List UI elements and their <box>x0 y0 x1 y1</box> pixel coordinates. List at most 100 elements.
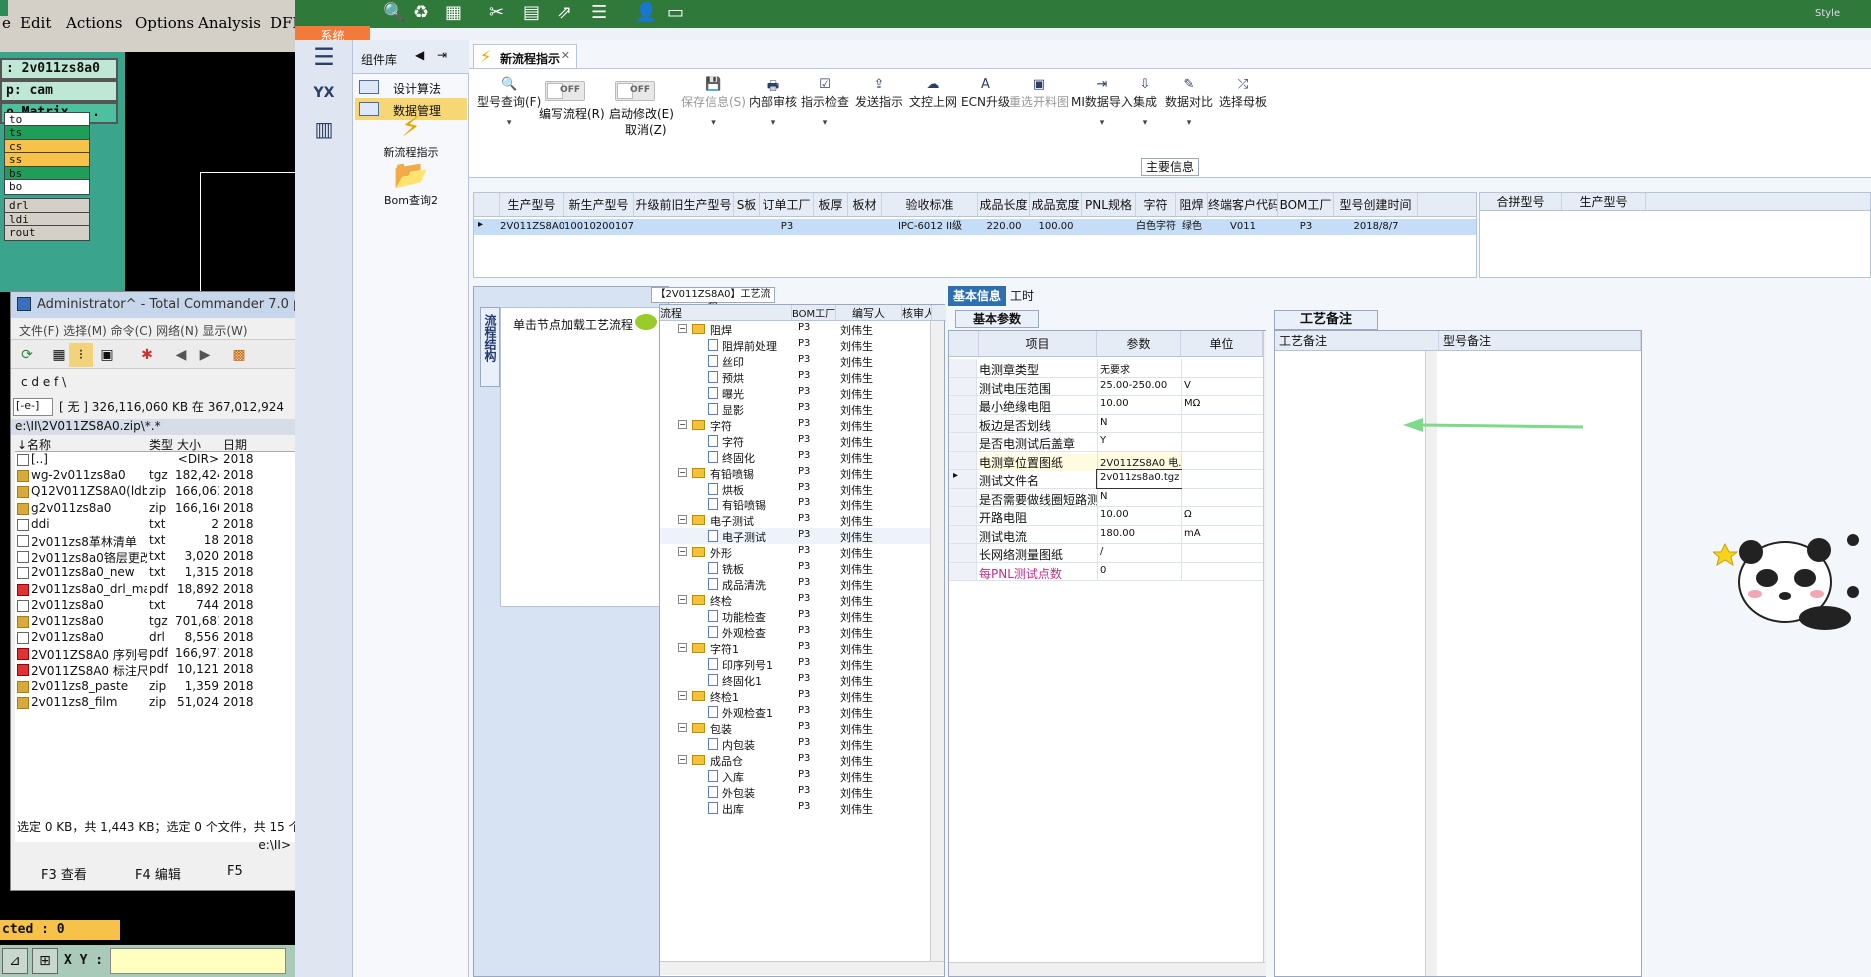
col-9[interactable]: 成品宽度 <box>1030 193 1082 216</box>
flow-step-row[interactable]: 出库 P3 刘伟生 <box>660 800 930 816</box>
col-5[interactable]: 板厚 <box>814 193 848 216</box>
menu-icon[interactable]: ☰ <box>305 40 343 74</box>
toolbar-button-5[interactable]: ☑ 指示检查 ▾ <box>801 77 849 128</box>
flow-group-row[interactable]: − 终检 P3 刘伟生 <box>660 592 930 608</box>
col-author[interactable]: 编写人 <box>836 305 902 320</box>
doc-tab-new-flow[interactable]: ⚡ 新流程指示 ✕ <box>473 44 577 68</box>
collapse-icon[interactable]: − <box>678 515 687 525</box>
file-row[interactable]: 2v011zs8a0铬层更改?.txt 3,020 2018 <box>15 549 299 565</box>
flow-step-row[interactable]: 丝印 P3 刘伟生 <box>660 353 930 369</box>
param-value[interactable]: 10.00 <box>1097 396 1181 414</box>
flow-group-row[interactable]: − 外形 P3 刘伟生 <box>660 544 930 560</box>
cam-menu-edit[interactable]: Edit <box>20 14 51 32</box>
main-grid-row[interactable]: ▸ 2V011ZS8A010010200107329 P3 IPC-6012 II级 2… <box>474 219 1476 235</box>
flow-step-row[interactable]: 终固化1 P3 刘伟生 <box>660 672 930 688</box>
col-7[interactable]: 验收标准 <box>882 193 978 216</box>
brief-view-icon[interactable]: ▦ <box>47 343 71 367</box>
flow-step-row[interactable]: 阻焊前处理 P3 刘伟生 <box>660 337 930 353</box>
file-row[interactable]: Q12V011ZS8A0(ldb)zip 166,063 2018 <box>15 484 299 500</box>
flow-horizontal-scrollbar[interactable] <box>660 961 944 975</box>
toolbar-button-8[interactable]: A ECN升级 <box>961 77 1010 110</box>
col-0[interactable]: 生产型号 <box>500 193 564 216</box>
cam-menu-file[interactable]: e <box>2 14 11 32</box>
thumbnail-icon[interactable]: ▣ <box>95 343 119 367</box>
param-row[interactable]: 测试电压范围 25.00-250.00 V <box>949 377 1263 396</box>
file-row[interactable]: 2v011zs8_paste zip 1,359 2018 <box>15 679 299 695</box>
chevron-down-icon[interactable]: ▾ <box>1133 118 1157 128</box>
flow-group-row[interactable]: − 包装 P3 刘伟生 <box>660 720 930 736</box>
flow-group-row[interactable]: − 终检1 P3 刘伟生 <box>660 688 930 704</box>
search-icon[interactable]: 🔍 <box>383 2 405 23</box>
forward-icon[interactable]: ▶ <box>193 343 217 367</box>
chevron-down-icon[interactable]: ▾ <box>681 118 746 128</box>
collapse-icon[interactable]: − <box>678 324 687 333</box>
file-row[interactable]: wg-2v011zs8a0 tgz 182,424 2018 <box>15 468 299 484</box>
flow-step-row[interactable]: 字符 P3 刘伟生 <box>660 433 930 449</box>
flow-structure-tab[interactable]: 流程结构 <box>480 307 500 387</box>
param-value[interactable]: 10.00 <box>1097 507 1181 525</box>
col-8[interactable]: 成品长度 <box>978 193 1030 216</box>
collapse-icon[interactable]: − <box>678 467 687 477</box>
toolbar-button-7[interactable]: ☁ 文控上网 <box>909 77 957 110</box>
param-row[interactable]: 最小绝缘电阻 10.00 MΩ <box>949 396 1263 415</box>
file-row[interactable]: 2V011ZS8A0 序列号?.pdf 166,971 2018 <box>15 646 299 662</box>
flow-step-row[interactable]: 外观检查1 P3 刘伟生 <box>660 704 930 720</box>
col-craft-note[interactable]: 工艺备注 <box>1275 331 1439 350</box>
component-design-algorithm[interactable]: 设计算法 <box>355 76 467 98</box>
recycle-icon[interactable]: ♻ <box>413 2 429 23</box>
file-row[interactable]: 2v011zs8a0_drl_map pdf 18,892 2018 <box>15 582 299 598</box>
col-12[interactable]: 阻焊 <box>1176 193 1208 216</box>
pack-icon[interactable]: ▩ <box>227 343 251 367</box>
flow-group-row[interactable]: − 阻焊 P3 刘伟生 <box>660 321 930 337</box>
col-flow[interactable]: 流程 <box>660 305 792 320</box>
param-value[interactable]: 180.00 <box>1097 525 1181 543</box>
back-icon[interactable]: ◀ <box>169 343 193 367</box>
param-row[interactable]: 电测章位置图纸 2V011ZS8A0 电... <box>949 451 1263 471</box>
basic-horizontal-scrollbar[interactable] <box>949 962 1265 976</box>
flow-step-row[interactable]: 内包装 P3 刘伟生 <box>660 736 930 752</box>
flow-step-row[interactable]: 铣板 P3 刘伟生 <box>660 560 930 576</box>
layer-rout[interactable]: rout <box>4 225 90 242</box>
toolbar-label[interactable]: 编写流程(R) <box>539 105 605 122</box>
param-value[interactable]: 0 <box>1097 562 1181 580</box>
toggle-2[interactable]: OFF <box>615 81 655 101</box>
toolbar-button-3[interactable]: 💾 保存信息(S) ▾ <box>681 77 746 128</box>
cam-menu-actions[interactable]: Actions <box>66 14 122 32</box>
tc-menubar[interactable]: 文件(F) 选择(M) 命令(C) 网络(N) 显示(W) <box>11 319 299 339</box>
flow-step-row[interactable]: 烘板 P3 刘伟生 <box>660 481 930 497</box>
col-model-note[interactable]: 型号备注 <box>1439 331 1641 350</box>
file-row[interactable]: 2v011zs8_film zip 51,024 2018 <box>15 695 299 711</box>
cam-menu-options[interactable]: Options <box>135 14 194 32</box>
chevron-down-icon[interactable]: ▾ <box>801 118 849 128</box>
file-row[interactable]: 2v011zs8革林清单 txt 18 2018 <box>15 533 299 549</box>
flow-group-row[interactable]: − 有铅喷锡 P3 刘伟生 <box>660 465 930 481</box>
param-row[interactable]: ▸ 测试文件名 2v011zs8a0.tgz <box>949 469 1263 489</box>
f4-edit-button[interactable]: F4 编辑 <box>135 864 181 883</box>
flow-vertical-scrollbar[interactable] <box>930 321 944 961</box>
flow-step-row[interactable]: 成品清洗 P3 刘伟生 <box>660 576 930 592</box>
collapse-icon[interactable]: − <box>678 595 687 605</box>
new-flow-instruction-item[interactable]: ⚡ 新流程指示 <box>365 110 457 160</box>
f3-view-button[interactable]: F3 查看 <box>41 864 87 883</box>
style-label[interactable]: Style <box>1815 8 1840 19</box>
param-row[interactable]: 长网络测量图纸 / <box>949 544 1263 563</box>
flow-step-row[interactable]: 显影 P3 刘伟生 <box>660 401 930 417</box>
toolbar-button-0[interactable]: 🔍 型号查询(F) ▾ <box>477 77 541 128</box>
user-icon[interactable]: 👤 <box>635 2 657 23</box>
file-row[interactable]: 2v011zs8a0 txt 744 2018 <box>15 598 299 614</box>
close-icon[interactable]: ✕ <box>561 49 570 62</box>
collapse-icon[interactable]: − <box>678 722 687 732</box>
toolbar-button-4[interactable]: 🖶 内部审核 ▾ <box>749 77 797 128</box>
file-row[interactable]: 2v011zs8a0 drl 8,556 2018 <box>15 630 299 646</box>
drive-selector[interactable]: [-e-] <box>13 398 53 416</box>
flow-step-row[interactable]: 曝光 P3 刘伟生 <box>660 385 930 401</box>
col-2[interactable]: 升级前旧生产型号 <box>634 193 734 216</box>
collapse-icon[interactable]: − <box>678 754 687 764</box>
param-value[interactable]: 2V011ZS8A0 电... <box>1097 451 1181 469</box>
col-unit[interactable]: 单位 <box>1181 331 1263 356</box>
tc-drive-bar[interactable]: c d e f \ <box>11 372 299 394</box>
tab-basic-info[interactable]: 基本信息 <box>948 286 1006 306</box>
refresh-icon[interactable]: ⟳ <box>15 343 39 367</box>
param-row[interactable]: 是否需要做线圈短路测试N <box>949 488 1263 507</box>
pin-icon[interactable]: ⇥ <box>437 48 447 62</box>
